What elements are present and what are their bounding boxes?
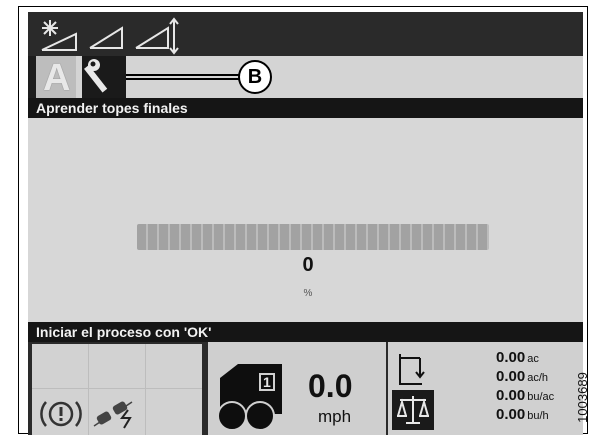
progress-unit: % — [303, 288, 313, 299]
stats-list: 0.00 ac 0.00 ac/h 0.00 bu/ac 0.00 bu/h — [496, 348, 586, 424]
status-message: Iniciar el proceso con 'OK' — [28, 322, 583, 342]
vehicle-panel: 1 0.0 mph — [208, 342, 386, 435]
progress-value: 0 — [302, 254, 314, 276]
stat-area: 0.00 ac — [496, 348, 586, 367]
stat-yield: 0.00 bu/ac — [496, 386, 586, 405]
warning-icon[interactable] — [38, 396, 84, 432]
tab-service[interactable] — [82, 56, 126, 98]
speed-unit: mph — [318, 407, 352, 426]
scale-icon — [397, 396, 429, 424]
stat-value: 0.00 — [496, 387, 526, 404]
stat-unit: bu/h — [527, 410, 549, 422]
display-screen: A B Aprender topes finales 0 % Iniciar e… — [28, 12, 583, 435]
stats-panel: 0.00 ac 0.00 ac/h 0.00 bu/ac 0.00 bu/h — [388, 342, 583, 435]
disconnect-icon[interactable] — [92, 396, 140, 432]
tab-auto[interactable]: A — [36, 56, 76, 99]
gear-label: 1 — [263, 374, 271, 390]
speed-value: 0.0 — [308, 368, 353, 404]
tractor-icon — [217, 364, 282, 431]
document-id-text: 1003689 — [574, 372, 590, 423]
auto-letter-icon: A — [43, 57, 71, 99]
bottom-panel: 1 0.0 mph 0.00 ac 0.00 ac/h 0.00 bu/ac 0… — [28, 342, 583, 435]
callout-leader-line — [126, 74, 240, 80]
grid-divider — [88, 344, 89, 435]
header-tilt-icon[interactable] — [38, 16, 80, 52]
progress-bar — [137, 224, 489, 250]
grid-divider — [32, 388, 202, 389]
scale-button[interactable] — [392, 390, 434, 430]
stat-value: 0.00 — [496, 368, 526, 385]
callout-label: B — [238, 60, 272, 94]
stat-unit: ac/h — [527, 372, 548, 384]
header-angle-icon[interactable] — [86, 16, 126, 52]
stat-area-rate: 0.00 ac/h — [496, 367, 586, 386]
indicator-panel — [32, 344, 202, 435]
stat-yield-rate: 0.00 bu/h — [496, 405, 586, 424]
top-icon-bar — [28, 12, 583, 56]
stat-unit: bu/ac — [527, 391, 555, 403]
wrench-icon — [84, 59, 108, 93]
area-bracket-icon[interactable] — [392, 350, 428, 390]
main-panel: 0 % — [28, 118, 583, 322]
document-id: 1003689 — [575, 360, 605, 440]
stat-value: 0.00 — [496, 406, 526, 423]
grid-divider — [145, 344, 146, 435]
stat-value: 0.00 — [496, 349, 526, 366]
header-angle-adjust-icon[interactable] — [132, 16, 180, 56]
page-title: Aprender topes finales — [28, 98, 583, 118]
stat-unit: ac — [527, 353, 539, 365]
tab-bar: A B — [36, 56, 583, 99]
